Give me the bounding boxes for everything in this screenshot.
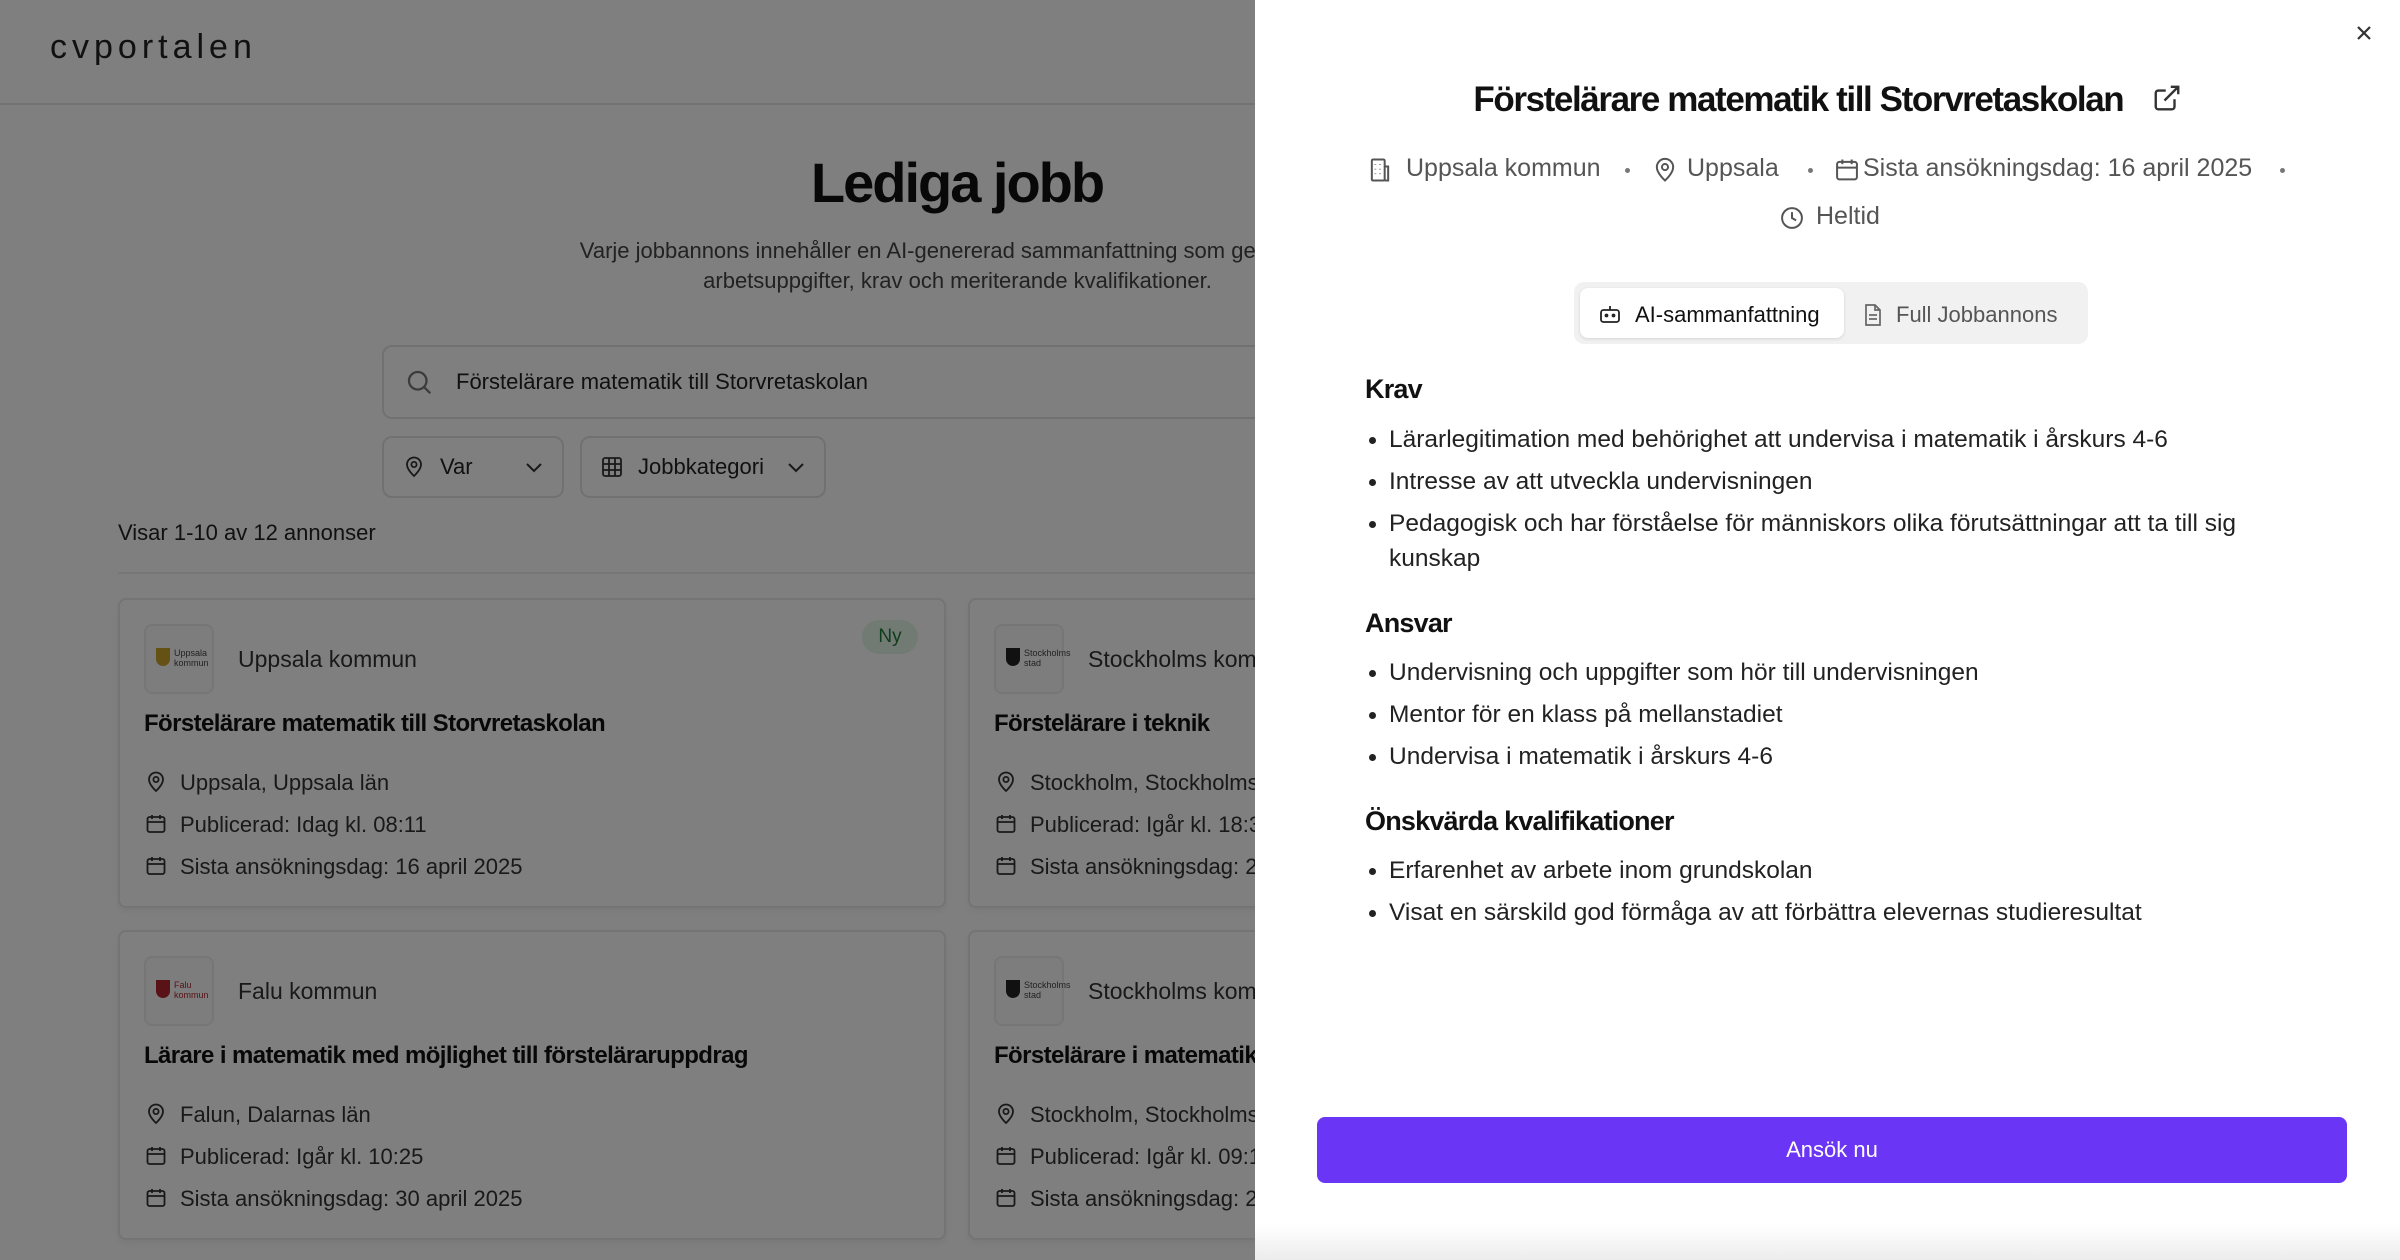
- tab-full-job-ad[interactable]: Full Jobbannons: [1848, 288, 2082, 338]
- building-icon: [1366, 156, 1394, 184]
- clock-icon: [1778, 204, 1806, 232]
- external-link-icon[interactable]: [2152, 83, 2182, 113]
- job-detail-drawer: Förstelärare matematik till Storvretasko…: [1255, 0, 2400, 1260]
- close-button[interactable]: [2347, 16, 2381, 50]
- tab-ai-summary[interactable]: AI-sammanfattning: [1580, 288, 1844, 338]
- close-icon: [2357, 26, 2371, 40]
- separator-dot: [1625, 168, 1630, 173]
- tab-ai-summary-label: AI-sammanfattning: [1635, 302, 1820, 327]
- employment-type: Heltid: [1816, 202, 1880, 230]
- tab-full-job-ad-label: Full Jobbannons: [1896, 302, 2058, 327]
- separator-dot: [2280, 168, 2285, 173]
- calendar-icon: [1833, 156, 1861, 184]
- section-heading-krav: Krav: [1365, 374, 1423, 404]
- job-city: Uppsala: [1687, 154, 1779, 182]
- job-deadline: Sista ansökningsdag: 16 april 2025: [1863, 154, 2253, 182]
- robot-icon: [1600, 306, 1620, 323]
- section-heading-qualifications: Önskvärda kvalifikationer: [1365, 806, 1674, 836]
- content-tabs: AI-sammanfattning Full Jobbannons: [1574, 282, 2088, 344]
- job-employer: Uppsala kommun: [1406, 154, 1601, 182]
- bottom-fade: [1255, 1225, 2400, 1260]
- drawer-title: Förstelärare matematik till Storvretasko…: [1255, 80, 2400, 120]
- job-title: Förstelärare matematik till Storvretasko…: [1473, 80, 2124, 119]
- location-pin-icon: [1651, 156, 1679, 184]
- section-heading-ansvar: Ansvar: [1365, 608, 1453, 638]
- document-icon: [1865, 304, 1881, 326]
- apply-button[interactable]: Ansök nu: [1317, 1117, 2347, 1183]
- separator-dot: [1808, 168, 1813, 173]
